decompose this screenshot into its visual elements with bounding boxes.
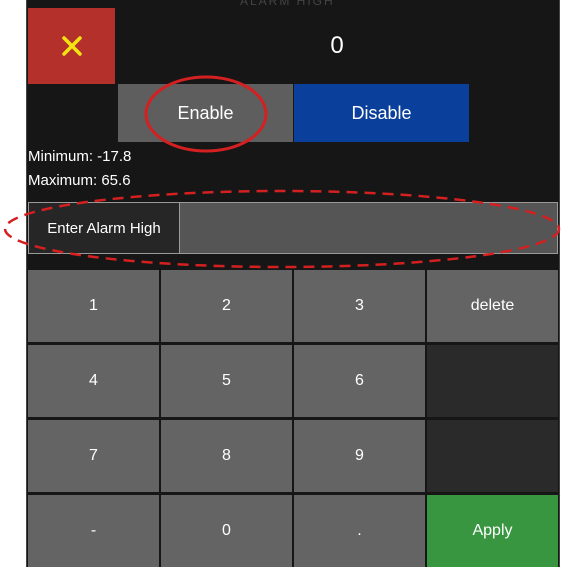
minus-key[interactable]: - bbox=[28, 495, 159, 567]
alarm-high-field[interactable] bbox=[180, 203, 557, 253]
key-1[interactable]: 1 bbox=[28, 270, 159, 342]
blank-key bbox=[427, 345, 558, 417]
key-4[interactable]: 4 bbox=[28, 345, 159, 417]
key-0[interactable]: 0 bbox=[161, 495, 292, 567]
alarm-high-input-row: Enter Alarm High bbox=[28, 202, 558, 254]
background-title: ALARM HIGH bbox=[240, 0, 335, 8]
key-8[interactable]: 8 bbox=[161, 420, 292, 492]
maximum-label: Maximum: 65.6 bbox=[28, 172, 131, 189]
apply-button[interactable]: Apply bbox=[427, 495, 558, 567]
key-6[interactable]: 6 bbox=[294, 345, 425, 417]
blank-key bbox=[427, 420, 558, 492]
key-2[interactable]: 2 bbox=[161, 270, 292, 342]
minimum-label: Minimum: -17.8 bbox=[28, 148, 132, 165]
close-x-icon bbox=[61, 36, 82, 56]
key-7[interactable]: 7 bbox=[28, 420, 159, 492]
current-value: 0 bbox=[330, 32, 344, 59]
delete-key[interactable]: delete bbox=[427, 270, 558, 342]
enable-button[interactable]: Enable bbox=[118, 84, 293, 142]
key-3[interactable]: 3 bbox=[294, 270, 425, 342]
alarm-high-label: Enter Alarm High bbox=[29, 203, 180, 253]
decimal-key[interactable]: . bbox=[294, 495, 425, 567]
numeric-keypad: 1 2 3 delete 4 5 6 7 8 9 - 0 . Apply bbox=[28, 270, 559, 567]
disable-button[interactable]: Disable bbox=[294, 84, 469, 142]
key-5[interactable]: 5 bbox=[161, 345, 292, 417]
key-9[interactable]: 9 bbox=[294, 420, 425, 492]
close-button[interactable] bbox=[28, 8, 115, 84]
